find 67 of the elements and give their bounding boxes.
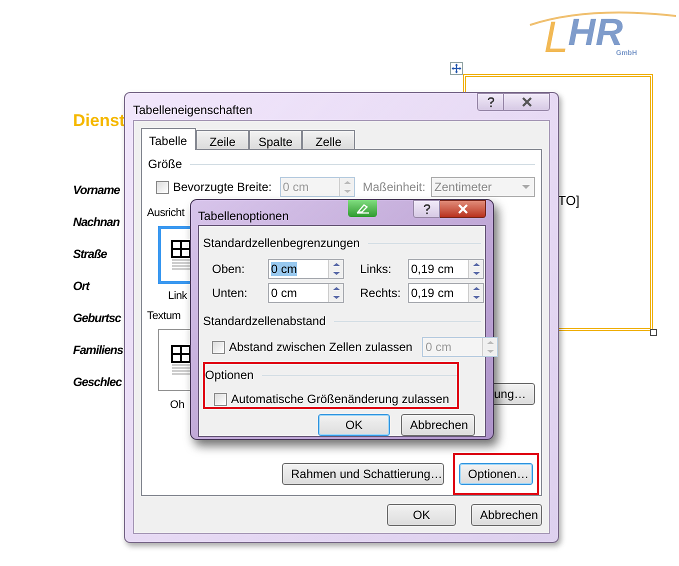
tab[interactable]: Spalte bbox=[249, 130, 302, 149]
cancel-button[interactable]: Abbrechen bbox=[471, 504, 542, 526]
document-heading: Dienst bbox=[73, 111, 125, 131]
tab[interactable]: Zelle bbox=[302, 130, 355, 149]
cancel-button[interactable]: Abbrechen bbox=[401, 414, 475, 436]
form-label: Geschlec bbox=[73, 374, 122, 390]
close-icon bbox=[520, 97, 532, 107]
checkbox[interactable] bbox=[156, 180, 169, 194]
checkbox-label: Abstand zwischen Zellen zulassen bbox=[229, 339, 412, 356]
window-title: Tabellenoptionen bbox=[198, 208, 289, 225]
checkbox-label: Bevorzugte Breite: bbox=[173, 180, 272, 194]
option-label: Link bbox=[168, 288, 187, 304]
section-heading: Ausricht bbox=[147, 206, 184, 221]
form-label: Geburtsc bbox=[73, 310, 121, 326]
frame-text: TO] bbox=[558, 193, 580, 209]
section-heading: Optionen bbox=[205, 367, 254, 384]
form-label: Familiens bbox=[73, 342, 123, 358]
window-title: Tabelleneigenschaften bbox=[133, 102, 252, 119]
close-button[interactable] bbox=[504, 93, 550, 111]
dropdown-arrow-icon bbox=[522, 185, 530, 189]
spin-field[interactable]: 0 cm bbox=[268, 283, 344, 303]
spin-arrows-icon[interactable] bbox=[328, 260, 343, 278]
help-button[interactable] bbox=[477, 93, 504, 111]
field-label: Oben: bbox=[212, 261, 246, 278]
field-value: 0 cm bbox=[271, 262, 298, 276]
section-heading: Textum bbox=[147, 309, 181, 324]
field-label: Unten: bbox=[212, 285, 248, 302]
spin-field[interactable]: 0 cm bbox=[268, 259, 344, 279]
option-label: Oh bbox=[170, 398, 185, 412]
field-value: 0,19 cm bbox=[411, 262, 454, 276]
options-button[interactable]: Optionen… bbox=[459, 463, 533, 485]
resize-handle-icon[interactable] bbox=[650, 329, 657, 336]
ok-button[interactable]: OK bbox=[387, 504, 456, 526]
spin-arrows-icon[interactable] bbox=[468, 284, 483, 302]
field-label: Links: bbox=[360, 261, 392, 278]
tab[interactable]: Zeile bbox=[196, 130, 249, 149]
field-label: Maßeinheit: bbox=[362, 180, 426, 194]
pen-icon bbox=[356, 203, 370, 214]
field-value: 0,19 cm bbox=[411, 286, 454, 300]
section-heading: Größe bbox=[148, 156, 182, 173]
help-button[interactable] bbox=[413, 200, 440, 218]
spin-field[interactable]: 0,19 cm bbox=[408, 283, 484, 303]
tab[interactable]: Tabelle bbox=[141, 128, 196, 150]
section-heading: Standardzellenabstand bbox=[203, 313, 326, 330]
close-icon bbox=[456, 204, 468, 214]
field-value: 0 cm bbox=[425, 340, 452, 354]
spin-arrows-icon[interactable] bbox=[468, 260, 483, 278]
checkbox-label: Automatische Größenänderung zulassen bbox=[231, 391, 450, 408]
checkbox[interactable] bbox=[214, 392, 227, 406]
help-icon bbox=[486, 96, 494, 108]
form-label: Vorname bbox=[73, 182, 120, 198]
borders-button[interactable]: Rahmen und Schattierung… bbox=[282, 463, 444, 485]
ink-button[interactable] bbox=[348, 200, 377, 217]
close-button[interactable] bbox=[440, 200, 486, 218]
form-label: Ort bbox=[73, 278, 90, 294]
spin-arrows-icon[interactable] bbox=[328, 284, 343, 302]
form-label: Straße bbox=[73, 246, 107, 262]
field-label: Rechts: bbox=[360, 285, 402, 302]
ok-button[interactable]: OK bbox=[318, 414, 390, 436]
form-label: Nachnan bbox=[73, 214, 120, 230]
dropdown-value: Zentimeter bbox=[433, 180, 493, 194]
section-heading: Standardzellenbegrenzungen bbox=[203, 235, 360, 252]
spin-field[interactable]: 0,19 cm bbox=[408, 259, 484, 279]
field-value: 0 cm bbox=[271, 286, 298, 300]
help-icon bbox=[422, 204, 430, 214]
move-handle-icon[interactable] bbox=[450, 62, 463, 75]
field-value: 0 cm bbox=[282, 180, 309, 194]
